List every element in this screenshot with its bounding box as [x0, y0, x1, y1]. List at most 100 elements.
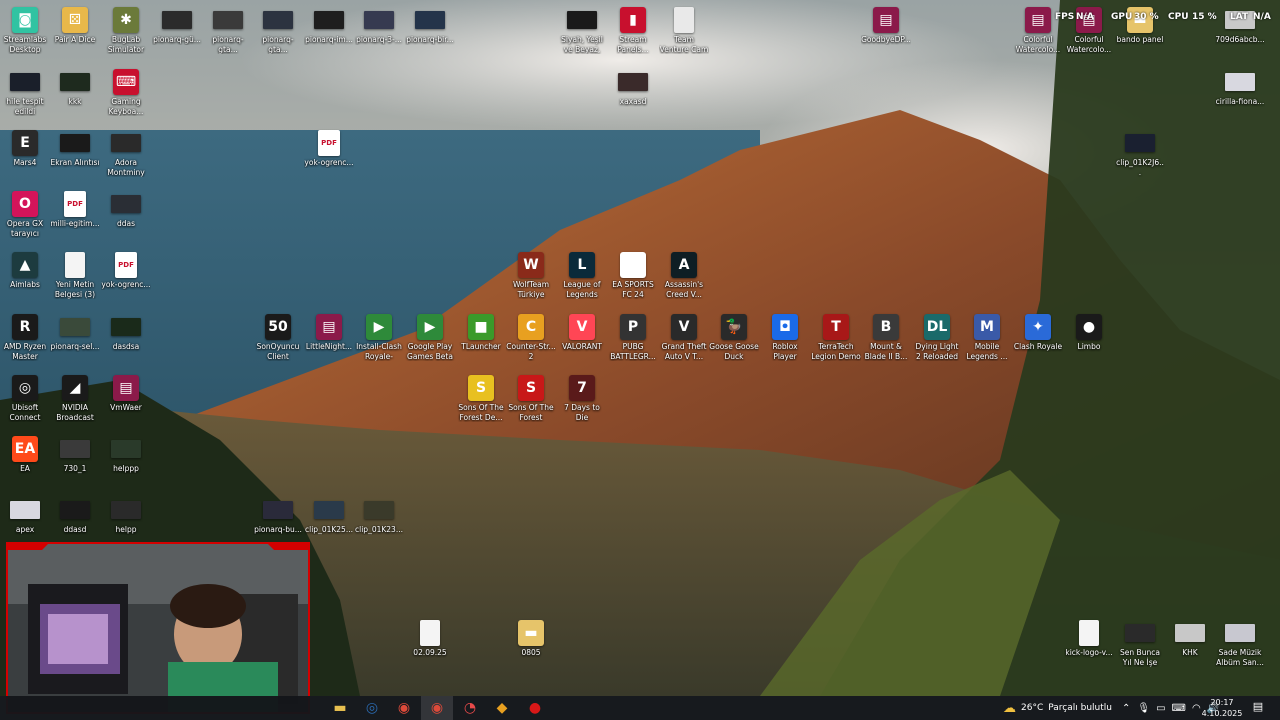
desktop-icon[interactable]: S Sons Of The Forest — [506, 375, 556, 422]
desktop-icon[interactable]: Sen Bunca Yıl Ne İşe Yara... — [1115, 620, 1165, 667]
desktop-icon[interactable]: 7 7 Days to Die — [557, 375, 607, 422]
desktop-icon[interactable]: DL Dying Light 2 Reloaded E... — [912, 314, 962, 361]
desktop-icon[interactable]: FC EA SPORTS FC 24 — [608, 252, 658, 299]
desktop-icon[interactable]: 50 SonOyuncu Client — [253, 314, 303, 361]
desktop-icon[interactable]: clip_01K25... — [304, 497, 354, 535]
desktop-icon[interactable]: ⚄ Pair A Dice — [50, 7, 100, 45]
clock[interactable]: 20:17 4.10.2025 — [1200, 697, 1244, 719]
fps-value: N/A — [1076, 12, 1094, 22]
desktop-icon[interactable]: EA EA — [0, 436, 50, 474]
desktop-icon-label: apex — [15, 525, 35, 534]
desktop-icon[interactable]: T TerraTech Legion Demo — [811, 314, 861, 361]
desktop-icon[interactable]: PDF yok-ogrenc... — [101, 252, 151, 290]
desktop-icon[interactable]: Ekran Alıntısı — [50, 130, 100, 168]
desktop-icon-label: Colorful Watercolo... — [1066, 35, 1112, 54]
desktop-icon[interactable]: pionarq-bu... — [253, 497, 303, 535]
keyboard-layout-icon[interactable]: ⌨ — [1172, 703, 1186, 714]
desktop-icon[interactable]: pionarq-sel... — [50, 314, 100, 352]
desktop-icon[interactable]: helppp — [101, 436, 151, 474]
desktop-icon[interactable]: dasdsa — [101, 314, 151, 352]
desktop-icon[interactable]: ⌨ Gaming Keyboa... — [101, 69, 151, 116]
desktop-icon[interactable]: O Opera GX tarayıcı — [0, 191, 50, 238]
notification-icon[interactable]: ▤ — [1250, 700, 1266, 716]
desktop-icon[interactable]: W WolfTeam Türkiye — [506, 252, 556, 299]
taskbar-app-button[interactable]: ◉ — [388, 696, 420, 720]
desktop-icon[interactable]: apex — [0, 497, 50, 535]
desktop-icon[interactable]: Yeni Metin Belgesi (3) — [50, 252, 100, 299]
desktop-icon[interactable]: V VALORANT — [557, 314, 607, 352]
gpu-label: GPU — [1111, 12, 1133, 22]
desktop-icon[interactable]: pionarq-im... — [304, 7, 354, 45]
desktop-icon[interactable]: kick-logo-v... — [1064, 620, 1114, 658]
desktop-icon[interactable]: ✦ Clash Royale — [1013, 314, 1063, 352]
desktop-icon[interactable]: KHK — [1165, 620, 1215, 658]
desktop-icon[interactable]: R AMD Ryzen Master — [0, 314, 50, 361]
microphone-icon[interactable]: 🎙 — [1137, 703, 1150, 714]
taskbar-app-button[interactable]: ◉ — [421, 696, 453, 720]
weather-widget[interactable]: ☁ 26°C Parçalı bulutlu — [1003, 696, 1112, 720]
desktop-icon[interactable]: Siyah, Yeşil ve Beyaz, Hiye... — [557, 7, 607, 54]
desktop-icon[interactable]: PDF milli-egitim... — [50, 191, 100, 229]
desktop-icon[interactable]: ▬ 0805 — [506, 620, 556, 658]
taskbar-app-button[interactable]: ◆ — [486, 696, 518, 720]
desktop-icon[interactable]: ◢ NVIDIA Broadcast — [50, 375, 100, 422]
desktop-icon[interactable]: Team Venture Cam — [659, 7, 709, 54]
desktop-icon[interactable]: 02.09.25 — [405, 620, 455, 658]
desktop-icon[interactable]: ▮ Stream Panels... — [608, 7, 658, 54]
desktop-icon[interactable]: B Mount & Blade II B... — [861, 314, 911, 361]
video-thumb-icon — [60, 318, 90, 336]
desktop-icon[interactable]: ● Limbo — [1064, 314, 1114, 352]
desktop-icon[interactable]: clip_01K2J6... — [1115, 130, 1165, 177]
desktop-icon[interactable]: helpp — [101, 497, 151, 535]
desktop-icon[interactable]: pionarq-gü... — [152, 7, 202, 45]
desktop-icon[interactable]: cirilla-fiona... — [1215, 69, 1265, 107]
desktop-icon[interactable]: L League of Legends — [557, 252, 607, 299]
desktop-icon[interactable]: pionarq-bir... — [405, 7, 455, 45]
desktop-icon[interactable]: ddas — [101, 191, 151, 229]
desktop-icon[interactable]: ▤ VmWaer — [101, 375, 151, 413]
taskbar-app-button[interactable]: ◎ — [356, 696, 388, 720]
taskbar-app-button[interactable]: ● — [519, 696, 551, 720]
doc-icon — [674, 7, 694, 33]
desktop-icon[interactable]: Sade Müzik Albüm San... — [1215, 620, 1265, 667]
desktop-icon[interactable]: A Assassin's Creed V... — [659, 252, 709, 299]
desktop-icon[interactable]: clip_01K23... — [354, 497, 404, 535]
desktop-icon-label: Pair A Dice — [54, 35, 96, 44]
desktop-icon[interactable]: pionarq-gta... — [253, 7, 303, 54]
desktop-icon-label: VmWaer — [110, 403, 142, 412]
desktop-icon[interactable]: P PUBG BATTLEGR... — [608, 314, 658, 361]
desktop-icon-label: EA SPORTS FC 24 — [612, 280, 654, 299]
desktop-icon[interactable]: hile tespit edildi — [0, 69, 50, 116]
desktop-icon[interactable]: 🦆 Goose Goose Duck — [709, 314, 759, 361]
desktop-icon[interactable]: Adora Montminy — [101, 130, 151, 177]
desktop-icon[interactable]: ▤ GoodbyeDP... — [861, 7, 911, 45]
desktop-icon-label: KHK — [1182, 648, 1198, 657]
desktop-icon[interactable]: ▲ Aimlabs — [0, 252, 50, 290]
taskbar-app-button[interactable]: ◔ — [454, 696, 486, 720]
desktop-icon[interactable]: M Mobile Legends ... — [962, 314, 1012, 361]
desktop-icon[interactable]: 730_1 — [50, 436, 100, 474]
desktop-icon[interactable]: ✱ BugLab Simulator — [101, 7, 151, 54]
desktop-icon[interactable]: ■ TLauncher — [456, 314, 506, 352]
desktop-icon[interactable]: ▶ Install-Clash Royale-Goo... — [354, 314, 404, 361]
desktop-icon-label: Adora Montminy — [107, 158, 145, 177]
desktop-icon[interactable]: ◎ Ubisoft Connect — [0, 375, 50, 422]
desktop-icon-label: Sons Of The Forest De... — [458, 403, 504, 422]
desktop-icon[interactable]: C Counter-Str... 2 — [506, 314, 556, 361]
desktop-icon[interactable]: kkk — [50, 69, 100, 107]
desktop-icon[interactable]: ▤ LittleNight... — [304, 314, 354, 352]
desktop-icon[interactable]: ▶ Google Play Games Beta — [405, 314, 455, 361]
desktop-icon[interactable]: pionarq-3-... — [354, 7, 404, 45]
chevron-up-icon[interactable]: ⌃ — [1122, 703, 1130, 714]
desktop-icon[interactable]: ddasd — [50, 497, 100, 535]
taskbar-app-button[interactable]: ▬ — [324, 696, 356, 720]
desktop-icon[interactable]: PDF yok-ogrenc... — [304, 130, 354, 168]
desktop-icon[interactable]: xaxasd — [608, 69, 658, 107]
desktop-icon[interactable]: ◘ Roblox Player — [760, 314, 810, 361]
desktop-icon[interactable]: pionarq-gta... — [203, 7, 253, 54]
desktop-icon[interactable]: V Grand Theft Auto V T... — [659, 314, 709, 361]
desktop-icon[interactable]: S Sons Of The Forest De... — [456, 375, 506, 422]
desktop-icon[interactable]: ◙ Streamlabs Desktop — [0, 7, 50, 54]
network-icon[interactable]: ▭ — [1156, 703, 1165, 714]
desktop-icon[interactable]: E Mars4 — [0, 130, 50, 168]
